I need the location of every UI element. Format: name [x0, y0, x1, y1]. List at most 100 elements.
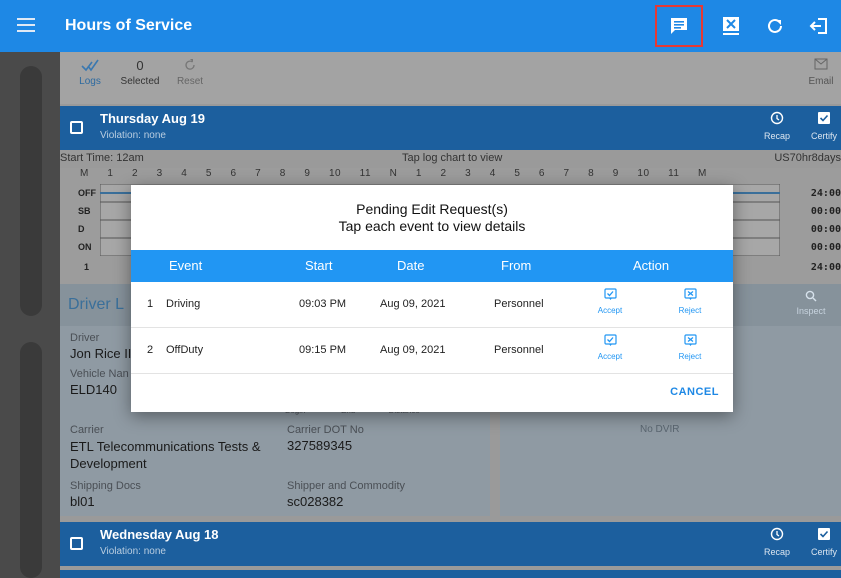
row-label-d: D: [78, 224, 85, 234]
accept-label: Accept: [597, 352, 623, 361]
row-number: 2: [147, 344, 154, 356]
row-from: Personnel: [494, 344, 544, 356]
reject-button[interactable]: Reject: [670, 334, 710, 361]
email-button[interactable]: Email: [796, 58, 841, 87]
certify-icon: [804, 527, 841, 547]
total-off: 24:00: [810, 188, 841, 199]
row-number: 1: [84, 262, 90, 272]
email-icon: [796, 58, 841, 76]
no-dvir-text: No DVIR: [640, 424, 680, 435]
table-row[interactable]: 2 OffDuty 09:15 PM Aug 09, 2021 Personne…: [131, 328, 733, 374]
row-label-sb: SB: [78, 206, 91, 216]
day-title: Wednesday Aug 18: [100, 527, 219, 542]
email-label: Email: [808, 76, 834, 87]
day-checkbox[interactable]: [70, 121, 83, 134]
rail-pill: [20, 66, 42, 316]
certify-button[interactable]: Certify: [804, 111, 841, 141]
inspect-button[interactable]: Inspect: [791, 290, 831, 316]
reset-button[interactable]: Reset: [165, 58, 215, 87]
selected-counter: 0 Selected: [115, 58, 165, 87]
logs-label: Logs: [79, 76, 101, 87]
tap-hint: Tap log chart to view: [402, 152, 503, 164]
row-event: Driving: [166, 298, 201, 310]
check-all-icon: [65, 58, 115, 76]
history-icon: [757, 527, 797, 547]
row-start: 09:03 PM: [299, 298, 347, 310]
shipping-label: Shipping Docs: [70, 480, 141, 492]
refresh-icon[interactable]: [759, 10, 791, 42]
start-time: Start Time: 12am: [60, 152, 144, 164]
shipper-value: sc028382: [287, 494, 344, 509]
row-label-off: OFF: [78, 188, 96, 198]
accept-label: Accept: [597, 306, 623, 315]
col-date: Date: [397, 258, 425, 273]
total-sb: 00:00: [810, 206, 841, 217]
col-from: From: [501, 258, 532, 273]
menu-icon[interactable]: [0, 15, 52, 38]
side-rail: [0, 52, 60, 578]
pending-edit-dialog: Pending Edit Request(s) Tap each event t…: [131, 185, 733, 412]
violation-text: Violation: none: [100, 546, 166, 557]
app-bar: Hours of Service: [0, 0, 841, 52]
logs-toolbar: Logs 0 Selected Reset Email: [60, 52, 841, 104]
cycle-rule: US70hr8days: [774, 152, 841, 164]
table-header: Event Start Date From Action: [131, 250, 733, 282]
history-icon: [757, 111, 797, 131]
row-number: 1: [147, 298, 154, 310]
carrier-label: Carrier: [70, 424, 104, 436]
dialog-title-line1: Pending Edit Request(s): [356, 201, 508, 217]
hour-labels: M 1 2 3 4 5 6 7 8 9 10 11 N 1 2 3 4 5 6 …: [80, 168, 707, 179]
row-from: Personnel: [494, 298, 544, 310]
col-action: Action: [633, 258, 670, 273]
recap-label: Recap: [763, 131, 790, 141]
row-start: 09:15 PM: [299, 344, 347, 356]
col-start: Start: [305, 258, 333, 273]
row-label-on: ON: [78, 242, 92, 252]
inspect-label: Inspect: [796, 306, 826, 316]
dot-value: 327589345: [287, 438, 353, 453]
col-event: Event: [169, 258, 203, 273]
shipper-label: Shipper and Commodity: [287, 480, 406, 492]
row-date: Aug 09, 2021: [380, 344, 446, 356]
recap-button[interactable]: Recap: [757, 527, 797, 557]
certify-label: Certify: [810, 547, 837, 557]
rail-pill: [20, 342, 42, 578]
grand-total: 24:00: [810, 262, 841, 273]
certify-button[interactable]: Certify: [804, 527, 841, 557]
selected-label: Selected: [120, 76, 160, 87]
selected-count: 0: [136, 58, 144, 73]
cancel-button[interactable]: CANCEL: [670, 386, 719, 398]
total-on: 00:00: [810, 242, 841, 253]
logout-icon[interactable]: [803, 10, 835, 42]
reject-icon: [670, 334, 710, 352]
reset-icon: [165, 58, 215, 76]
table-row[interactable]: 1 Driving 09:03 PM Aug 09, 2021 Personne…: [131, 282, 733, 328]
reject-button[interactable]: Reject: [670, 288, 710, 315]
page-title: Hours of Service: [65, 17, 193, 34]
pending-edits-icon[interactable]: [655, 5, 703, 47]
logs-button[interactable]: Logs: [65, 58, 115, 87]
certify-icon: [804, 111, 841, 131]
total-d: 00:00: [810, 224, 841, 235]
reject-icon: [670, 288, 710, 306]
day-title: Thursday Aug 19: [100, 111, 205, 126]
shipping-value: bl01: [70, 494, 95, 509]
recap-button[interactable]: Recap: [757, 111, 797, 141]
row-date: Aug 09, 2021: [380, 298, 446, 310]
next-day-header: [60, 570, 841, 578]
driver-value: Jon Rice II: [70, 346, 132, 361]
accept-button[interactable]: Accept: [590, 334, 630, 361]
day-header[interactable]: Thursday Aug 19 Violation: none Recap Ce…: [60, 106, 841, 150]
accept-button[interactable]: Accept: [590, 288, 630, 315]
accept-icon: [590, 334, 630, 352]
reset-label: Reset: [176, 76, 204, 87]
dialog-title: Pending Edit Request(s) Tap each event t…: [131, 201, 733, 235]
dialog-title-line2: Tap each event to view details: [338, 218, 526, 234]
violation-text: Violation: none: [100, 130, 166, 141]
row-event: OffDuty: [166, 344, 204, 356]
day-checkbox[interactable]: [70, 537, 83, 550]
unassigned-icon[interactable]: [715, 10, 747, 42]
dot-label: Carrier DOT No: [287, 424, 364, 436]
day-header[interactable]: Wednesday Aug 18 Violation: none Recap C…: [60, 522, 841, 566]
vehicle-label: Vehicle Nan: [70, 368, 129, 380]
